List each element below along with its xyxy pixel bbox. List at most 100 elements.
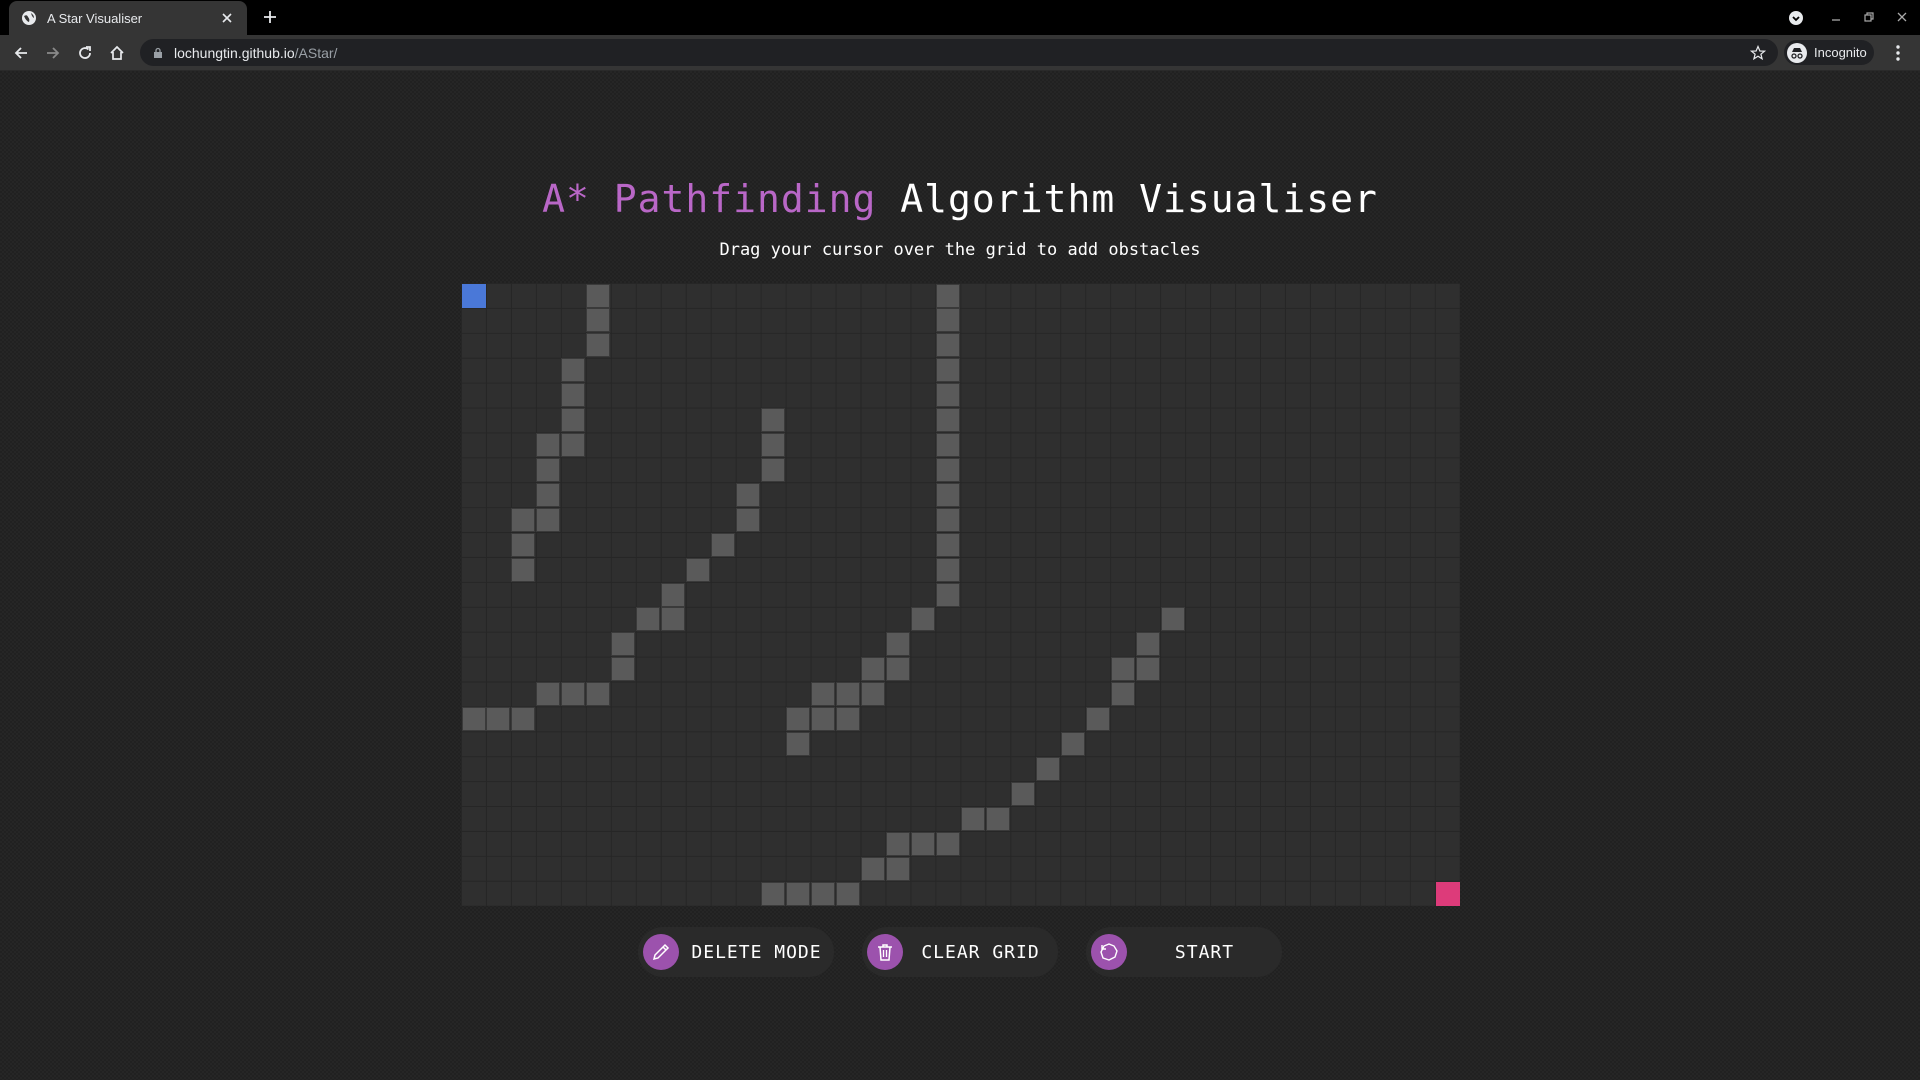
back-icon[interactable] bbox=[12, 44, 30, 62]
wall-cell[interactable] bbox=[936, 532, 961, 557]
clear-grid-button[interactable]: CLEAR GRID bbox=[862, 927, 1058, 977]
wall-cell[interactable] bbox=[536, 457, 561, 482]
minimize-icon[interactable] bbox=[1829, 10, 1843, 24]
wall-cell[interactable] bbox=[1085, 707, 1110, 732]
wall-cell[interactable] bbox=[761, 881, 786, 906]
wall-cell[interactable] bbox=[536, 482, 561, 507]
wall-cell[interactable] bbox=[536, 682, 561, 707]
wall-cell[interactable] bbox=[761, 433, 786, 458]
wall-cell[interactable] bbox=[886, 856, 911, 881]
wall-cell[interactable] bbox=[786, 881, 811, 906]
wall-cell[interactable] bbox=[936, 358, 961, 383]
wall-cell[interactable] bbox=[661, 582, 686, 607]
wall-cell[interactable] bbox=[1035, 756, 1060, 781]
wall-cell[interactable] bbox=[736, 507, 761, 532]
wall-cell[interactable] bbox=[686, 557, 711, 582]
wall-cell[interactable] bbox=[536, 507, 561, 532]
home-icon[interactable] bbox=[108, 44, 126, 62]
wall-cell[interactable] bbox=[936, 482, 961, 507]
wall-cell[interactable] bbox=[511, 557, 536, 582]
wall-cell[interactable] bbox=[1135, 632, 1160, 657]
wall-cell[interactable] bbox=[536, 433, 561, 458]
end-node[interactable] bbox=[1435, 881, 1460, 906]
wall-cell[interactable] bbox=[836, 682, 861, 707]
wall-cell[interactable] bbox=[1160, 607, 1185, 632]
wall-cell[interactable] bbox=[861, 856, 886, 881]
lock-icon[interactable] bbox=[152, 47, 164, 59]
wall-cell[interactable] bbox=[511, 507, 536, 532]
wall-cell[interactable] bbox=[936, 557, 961, 582]
wall-cell[interactable] bbox=[1135, 657, 1160, 682]
wall-cell[interactable] bbox=[961, 806, 985, 831]
url-text: lochungtin.github.io/AStar/ bbox=[174, 45, 337, 61]
wall-cell[interactable] bbox=[936, 308, 961, 333]
new-tab-icon[interactable] bbox=[262, 9, 278, 25]
wall-cell[interactable] bbox=[761, 408, 786, 433]
wall-cell[interactable] bbox=[936, 333, 961, 358]
wall-cell[interactable] bbox=[586, 333, 611, 358]
wall-cell[interactable] bbox=[936, 582, 961, 607]
wall-cell[interactable] bbox=[811, 682, 836, 707]
wall-cell[interactable] bbox=[936, 383, 961, 408]
wall-cell[interactable] bbox=[886, 632, 911, 657]
wall-cell[interactable] bbox=[586, 283, 611, 308]
wall-cell[interactable] bbox=[936, 457, 961, 482]
wall-cell[interactable] bbox=[461, 707, 486, 732]
close-tab-icon[interactable] bbox=[219, 10, 235, 26]
wall-cell[interactable] bbox=[1110, 657, 1135, 682]
wall-cell[interactable] bbox=[486, 707, 511, 732]
wall-cell[interactable] bbox=[936, 433, 961, 458]
pathfinding-grid[interactable] bbox=[461, 283, 1460, 906]
wall-cell[interactable] bbox=[911, 831, 936, 856]
wall-cell[interactable] bbox=[936, 283, 961, 308]
wall-cell[interactable] bbox=[661, 607, 686, 632]
clear-grid-label: CLEAR GRID bbox=[921, 941, 1040, 963]
forward-icon[interactable] bbox=[44, 44, 62, 62]
wall-cell[interactable] bbox=[985, 806, 1010, 831]
tab-search-icon[interactable] bbox=[1788, 10, 1804, 26]
wall-cell[interactable] bbox=[736, 482, 761, 507]
browser-tab[interactable]: A Star Visualiser bbox=[9, 1, 247, 35]
wall-cell[interactable] bbox=[761, 457, 786, 482]
wall-cell[interactable] bbox=[861, 657, 886, 682]
wall-cell[interactable] bbox=[561, 358, 586, 383]
wall-cell[interactable] bbox=[561, 682, 586, 707]
wall-cell[interactable] bbox=[611, 657, 636, 682]
wall-cell[interactable] bbox=[711, 532, 736, 557]
wall-cell[interactable] bbox=[836, 707, 861, 732]
wall-cell[interactable] bbox=[561, 383, 586, 408]
wall-cell[interactable] bbox=[786, 732, 811, 757]
wall-cell[interactable] bbox=[636, 607, 661, 632]
more-menu-icon[interactable] bbox=[1894, 43, 1902, 63]
wall-cell[interactable] bbox=[586, 682, 611, 707]
reload-icon[interactable] bbox=[76, 44, 94, 62]
wall-cell[interactable] bbox=[861, 682, 886, 707]
wall-cell[interactable] bbox=[1060, 732, 1085, 757]
start-node[interactable] bbox=[461, 283, 486, 308]
close-window-icon[interactable] bbox=[1895, 10, 1909, 24]
wall-cell[interactable] bbox=[1010, 781, 1035, 806]
wall-cell[interactable] bbox=[611, 632, 636, 657]
wall-cell[interactable] bbox=[811, 881, 836, 906]
wall-cell[interactable] bbox=[811, 707, 836, 732]
wall-cell[interactable] bbox=[561, 408, 586, 433]
wall-cell[interactable] bbox=[886, 657, 911, 682]
wall-cell[interactable] bbox=[511, 532, 536, 557]
wall-cell[interactable] bbox=[836, 881, 861, 906]
wall-cell[interactable] bbox=[936, 408, 961, 433]
incognito-badge[interactable]: Incognito bbox=[1784, 40, 1874, 65]
delete-mode-button[interactable]: DELETE MODE bbox=[638, 927, 834, 977]
start-button[interactable]: START bbox=[1086, 927, 1282, 977]
wall-cell[interactable] bbox=[886, 831, 911, 856]
wall-cell[interactable] bbox=[1110, 682, 1135, 707]
restore-icon[interactable] bbox=[1862, 10, 1876, 24]
wall-cell[interactable] bbox=[511, 707, 536, 732]
wall-cell[interactable] bbox=[561, 433, 586, 458]
wall-cell[interactable] bbox=[936, 831, 961, 856]
wall-cell[interactable] bbox=[936, 507, 961, 532]
url-field[interactable]: lochungtin.github.io/AStar/ bbox=[140, 39, 1778, 66]
wall-cell[interactable] bbox=[911, 607, 936, 632]
wall-cell[interactable] bbox=[786, 707, 811, 732]
bookmark-star-icon[interactable] bbox=[1750, 45, 1766, 61]
wall-cell[interactable] bbox=[586, 308, 611, 333]
